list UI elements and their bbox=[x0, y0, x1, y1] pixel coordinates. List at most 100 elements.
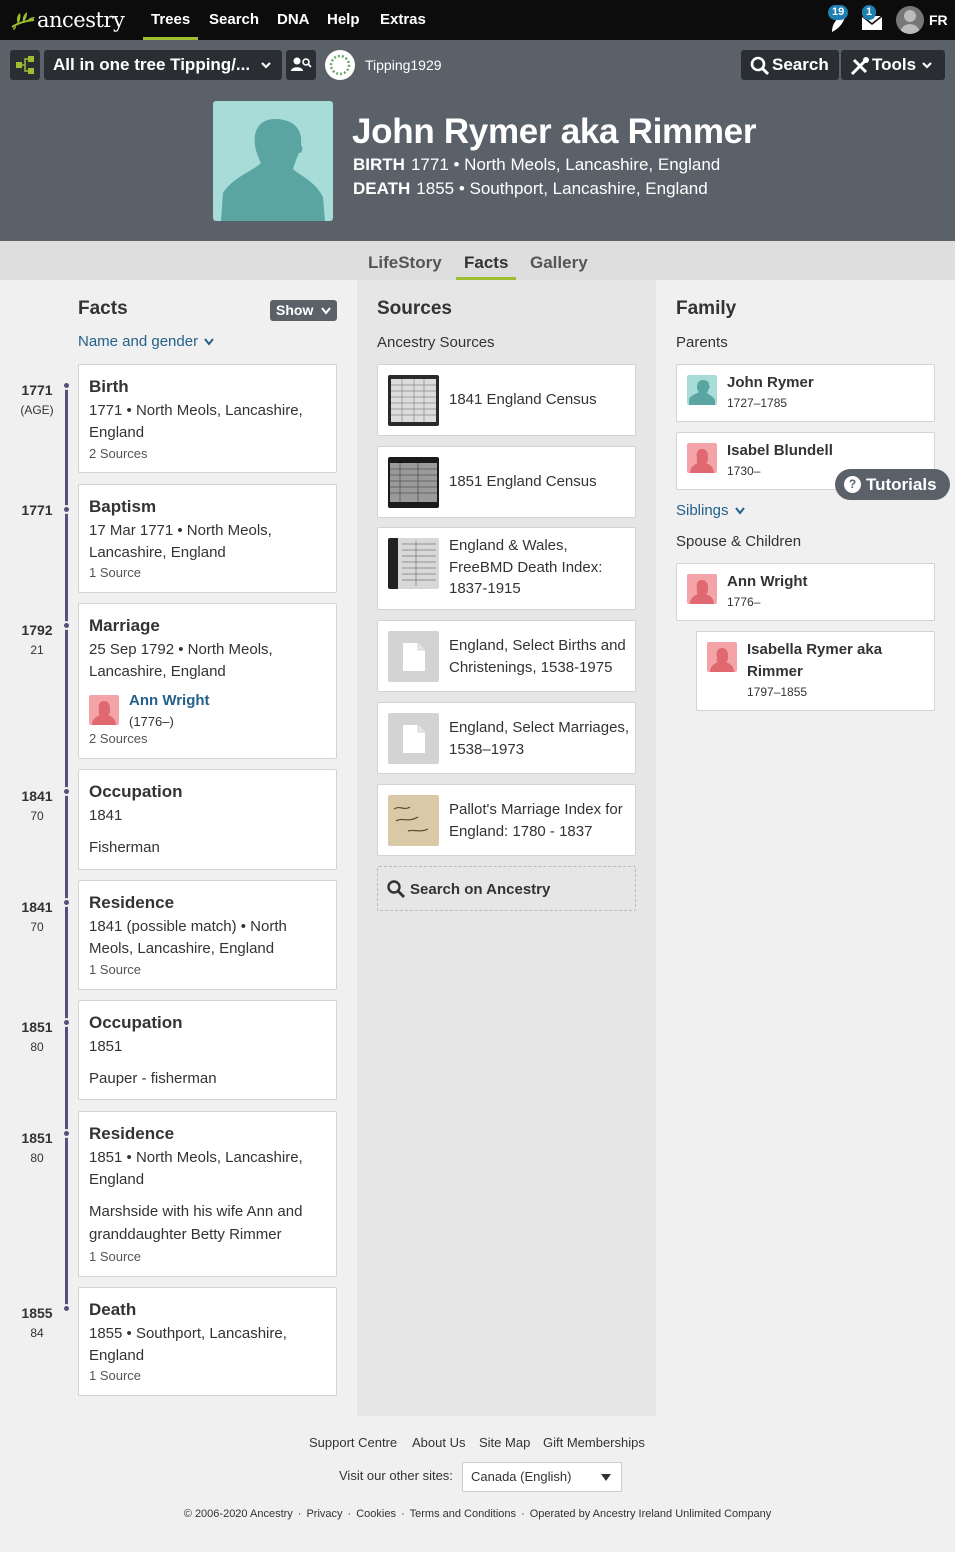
female-silhouette-icon bbox=[710, 648, 734, 672]
footer-link-support[interactable]: Support Centre bbox=[309, 1435, 397, 1450]
fact-detail: 1771 • North Meols, Lancashire, England bbox=[89, 402, 303, 441]
fact-title: Death bbox=[89, 1300, 137, 1319]
death-value: 1855 • Southport, Lancashire, England bbox=[416, 179, 708, 198]
chevron-down-icon bbox=[204, 338, 215, 346]
fact-sources[interactable]: 1 Source bbox=[89, 1249, 141, 1264]
fact-sources[interactable]: 1 Source bbox=[89, 1368, 141, 1383]
spouse-avatar[interactable] bbox=[89, 695, 119, 725]
document-icon bbox=[403, 643, 425, 671]
fact-card-residence[interactable]: Residence 1841 (possible match) • North … bbox=[78, 880, 337, 990]
family-heading: Family bbox=[676, 298, 737, 319]
fact-card-baptism[interactable]: Baptism 17 Mar 1771 • North Meols, Lanca… bbox=[78, 484, 337, 593]
siblings-label: Siblings bbox=[676, 502, 729, 519]
female-avatar bbox=[687, 443, 717, 473]
tab-facts[interactable]: Facts bbox=[455, 241, 517, 280]
tree-selector-dropdown[interactable]: All in one tree Tipping/... bbox=[44, 50, 282, 80]
female-avatar bbox=[707, 642, 737, 672]
fact-sources[interactable]: 2 Sources bbox=[89, 446, 148, 461]
person-search-button[interactable] bbox=[286, 50, 316, 80]
birth-label: BIRTH bbox=[353, 155, 405, 174]
footer: Support Centre About Us Site Map Gift Me… bbox=[0, 1416, 955, 1552]
fact-card-birth[interactable]: Birth 1771 • North Meols, Lancashire, En… bbox=[78, 364, 337, 473]
index-page-thumbnail bbox=[388, 538, 439, 589]
source-card[interactable]: 1851 England Census bbox=[377, 446, 636, 518]
visit-other-sites-label: Visit our other sites: bbox=[339, 1468, 453, 1483]
fact-sources[interactable]: 1 Source bbox=[89, 565, 141, 580]
person-portrait[interactable] bbox=[213, 101, 333, 221]
source-card[interactable]: Pallot's Marriage Index for England: 178… bbox=[377, 784, 636, 856]
fact-card-occupation[interactable]: Occupation 1841 Fisherman bbox=[78, 769, 337, 870]
siblings-toggle[interactable]: Siblings bbox=[676, 502, 745, 519]
fact-detail: 17 Mar 1771 • North Meols, Lancashire, E… bbox=[89, 522, 272, 561]
tree-owner-avatar[interactable] bbox=[325, 50, 355, 80]
footer-link-gift[interactable]: Gift Memberships bbox=[543, 1435, 645, 1450]
search-button-label: Search bbox=[772, 55, 829, 74]
source-card[interactable]: England & Wales, FreeBMD Death Index: 18… bbox=[377, 527, 636, 610]
family-member-name: Isabel Blundell bbox=[727, 442, 833, 459]
top-navigation: ancestry Trees Search DNA Help Extras 19… bbox=[0, 0, 955, 40]
source-card[interactable]: 1841 England Census bbox=[377, 364, 636, 436]
privacy-link[interactable]: Privacy bbox=[306, 1508, 342, 1520]
timeline-age: 70 bbox=[30, 920, 44, 934]
timeline-year: 1841 bbox=[21, 788, 53, 804]
name-and-gender-link[interactable]: Name and gender bbox=[78, 333, 215, 350]
leaf-logo-icon bbox=[11, 12, 35, 30]
female-silhouette-icon bbox=[690, 449, 714, 473]
show-dropdown-button[interactable]: Show bbox=[270, 300, 337, 321]
search-on-ancestry-button[interactable]: Search on Ancestry bbox=[377, 866, 636, 911]
male-silhouette-icon bbox=[689, 380, 715, 405]
nav-help[interactable]: Help bbox=[327, 0, 360, 40]
hints-button[interactable]: 19 bbox=[826, 5, 852, 34]
footer-link-about[interactable]: About Us bbox=[412, 1435, 465, 1450]
tree-owner-name[interactable]: Tipping1929 bbox=[365, 50, 442, 80]
fact-note: Pauper - fisherman bbox=[89, 1070, 217, 1087]
fact-card-marriage[interactable]: Marriage 25 Sep 1792 • North Meols, Lanc… bbox=[78, 603, 337, 759]
spouse-name-link[interactable]: Ann Wright bbox=[129, 692, 210, 709]
fact-card-residence[interactable]: Residence 1851 • North Meols, Lancashire… bbox=[78, 1111, 337, 1277]
tab-lifestory[interactable]: LifeStory bbox=[368, 241, 442, 280]
footer-link-sitemap[interactable]: Site Map bbox=[479, 1435, 530, 1450]
cookies-link[interactable]: Cookies bbox=[356, 1508, 396, 1520]
tools-icon bbox=[850, 57, 869, 76]
male-silhouette-icon bbox=[221, 119, 325, 221]
source-card[interactable]: England, Select Marriages, 1538–1973 bbox=[377, 702, 636, 774]
male-avatar bbox=[687, 375, 717, 405]
search-button[interactable]: Search bbox=[741, 50, 839, 80]
tutorials-label: Tutorials bbox=[866, 475, 937, 494]
tutorials-button[interactable]: ? Tutorials bbox=[835, 469, 950, 500]
fact-card-death[interactable]: Death 1855 • Southport, Lancashire, Engl… bbox=[78, 1287, 337, 1396]
fact-note: Marshside with his wife Ann and granddau… bbox=[89, 1203, 303, 1243]
tools-button[interactable]: Tools bbox=[841, 50, 945, 80]
nav-dna[interactable]: DNA bbox=[277, 0, 310, 40]
fact-title: Baptism bbox=[89, 497, 157, 516]
fact-sources[interactable]: 2 Sources bbox=[89, 731, 148, 746]
female-silhouette-icon bbox=[690, 580, 714, 604]
tree-view-button[interactable] bbox=[10, 50, 40, 80]
nav-search[interactable]: Search bbox=[209, 0, 259, 40]
nav-extras[interactable]: Extras bbox=[380, 0, 426, 40]
dropdown-arrow-icon bbox=[601, 1474, 611, 1481]
tools-button-label: Tools bbox=[872, 55, 917, 74]
census-page-icon bbox=[388, 457, 439, 508]
messages-button[interactable]: 1 bbox=[860, 5, 884, 34]
fact-detail: 1855 • Southport, Lancashire, England bbox=[89, 1325, 287, 1364]
user-initials[interactable]: FR bbox=[929, 0, 948, 40]
fact-card-occupation[interactable]: Occupation 1851 Pauper - fisherman bbox=[78, 1000, 337, 1100]
search-icon bbox=[387, 880, 405, 898]
source-card[interactable]: England, Select Births and Christenings,… bbox=[377, 620, 636, 692]
child-card[interactable]: Isabella Rymer aka Rimmer 1797–1855 bbox=[696, 631, 935, 711]
family-member-card[interactable]: John Rymer 1727–1785 bbox=[676, 364, 935, 422]
spouse-card[interactable]: Ann Wright 1776– bbox=[676, 563, 935, 621]
tab-gallery[interactable]: Gallery bbox=[530, 241, 588, 280]
brand-name: ancestry bbox=[37, 8, 125, 32]
site-select-dropdown[interactable]: Canada (English) bbox=[462, 1462, 622, 1492]
user-avatar[interactable] bbox=[896, 6, 924, 34]
terms-link[interactable]: Terms and Conditions bbox=[410, 1508, 516, 1520]
nav-trees[interactable]: Trees bbox=[142, 0, 199, 40]
ancestry-logo[interactable]: ancestry bbox=[10, 7, 125, 33]
search-on-ancestry-label: Search on Ancestry bbox=[410, 881, 551, 898]
family-member-name: Ann Wright bbox=[727, 573, 808, 590]
family-member-years: 1727–1785 bbox=[727, 396, 788, 410]
source-title: Pallot's Marriage Index for England: 178… bbox=[449, 801, 623, 840]
fact-sources[interactable]: 1 Source bbox=[89, 962, 141, 977]
